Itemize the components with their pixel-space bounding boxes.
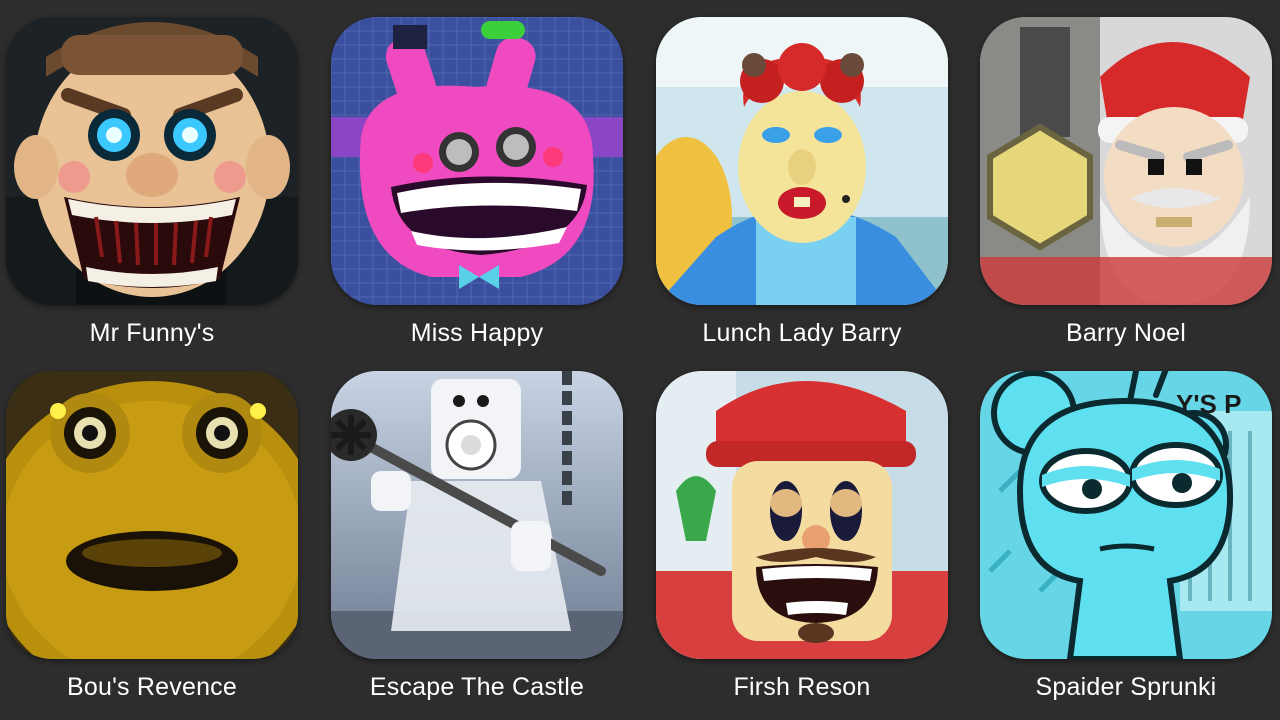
app-title[interactable]: Spaider Sprunki [960,673,1280,702]
spaider-sprunki-icon[interactable]: Y'S P [980,371,1272,659]
app-tile-lunch-lady-barry[interactable]: Lunch Lady Barry [656,17,948,347]
app-title[interactable]: Miss Happy [311,319,643,348]
app-tile-spaider-sprunki[interactable]: Y'S P Spaider Sprunki [980,371,1272,701]
app-grid: Mr Funny's Miss Happy Lunch Lady Barry B… [0,0,1280,720]
app-title[interactable]: Lunch Lady Barry [636,319,968,348]
app-tile-mr-funnys[interactable]: Mr Funny's [6,17,298,347]
mr-funnys-icon[interactable] [6,17,298,305]
barry-noel-icon[interactable] [980,17,1272,305]
app-tile-miss-happy[interactable]: Miss Happy [331,17,623,347]
firsh-reson-icon[interactable] [656,371,948,659]
app-tile-firsh-reson[interactable]: Firsh Reson [656,371,948,701]
lunch-lady-barry-icon[interactable] [656,17,948,305]
app-title[interactable]: Bou's Revence [0,673,318,702]
bous-revence-icon[interactable] [6,371,298,659]
escape-the-castle-icon[interactable] [331,371,623,659]
app-tile-bous-revence[interactable]: Bou's Revence [6,371,298,701]
app-title[interactable]: Barry Noel [960,319,1280,348]
app-title[interactable]: Firsh Reson [636,673,968,702]
app-title[interactable]: Escape The Castle [311,673,643,702]
app-tile-barry-noel[interactable]: Barry Noel [980,17,1272,347]
app-tile-escape-the-castle[interactable]: Escape The Castle [331,371,623,701]
app-title[interactable]: Mr Funny's [0,319,318,348]
miss-happy-icon[interactable] [331,17,623,305]
